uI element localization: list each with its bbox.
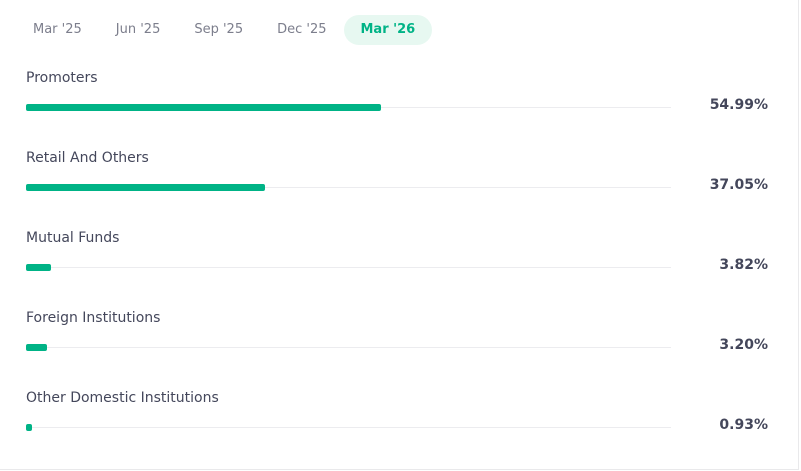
holding-bar-fill xyxy=(26,344,47,351)
holding-label: Retail And Others xyxy=(26,150,149,166)
holding-bar-track xyxy=(26,264,671,271)
tab-sep-25[interactable]: Sep '25 xyxy=(177,15,260,45)
tab-jun-25[interactable]: Jun '25 xyxy=(99,15,178,45)
holding-label: Foreign Institutions xyxy=(26,310,161,326)
holding-bar-track xyxy=(26,424,671,431)
holding-bar-fill xyxy=(26,424,32,431)
holding-bar-fill xyxy=(26,104,381,111)
holding-row-promoters: Promoters 54.99% xyxy=(0,60,799,140)
holding-bar-fill xyxy=(26,264,51,271)
shareholding-card: Mar '25 Jun '25 Sep '25 Dec '25 Mar '26 … xyxy=(0,0,799,470)
tab-dec-25[interactable]: Dec '25 xyxy=(260,15,343,45)
holding-value: 3.20% xyxy=(719,337,768,353)
holding-bar-track xyxy=(26,184,671,191)
holding-row-other-domestic-institutions: Other Domestic Institutions 0.93% xyxy=(0,380,799,460)
holding-row-retail-and-others: Retail And Others 37.05% xyxy=(0,140,799,220)
holdings-list: Promoters 54.99% Retail And Others 37.05… xyxy=(0,60,799,460)
tab-mar-25[interactable]: Mar '25 xyxy=(16,15,99,45)
holding-row-foreign-institutions: Foreign Institutions 3.20% xyxy=(0,300,799,380)
holding-row-mutual-funds: Mutual Funds 3.82% xyxy=(0,220,799,300)
tab-mar-26[interactable]: Mar '26 xyxy=(343,15,433,45)
holding-label: Mutual Funds xyxy=(26,230,120,246)
holding-bar-fill xyxy=(26,184,265,191)
holding-label: Other Domestic Institutions xyxy=(26,390,219,406)
holding-value: 0.93% xyxy=(719,417,768,433)
holding-bar-track xyxy=(26,344,671,351)
holding-value: 3.82% xyxy=(719,257,768,273)
holding-label: Promoters xyxy=(26,70,98,86)
holding-value: 37.05% xyxy=(709,177,768,193)
holding-value: 54.99% xyxy=(709,97,768,113)
period-tabs: Mar '25 Jun '25 Sep '25 Dec '25 Mar '26 xyxy=(16,15,433,45)
holding-bar-track xyxy=(26,104,671,111)
